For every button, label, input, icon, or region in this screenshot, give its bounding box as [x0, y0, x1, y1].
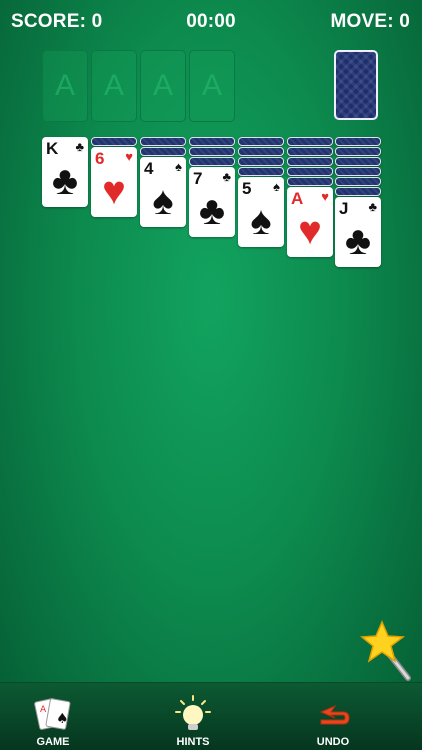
magic-wand-icon[interactable]	[360, 620, 416, 684]
face-down-card	[91, 137, 137, 146]
card-suit-large: ♥	[102, 169, 126, 213]
foundation-label: A	[54, 69, 75, 102]
undo-button[interactable]: UNDO	[293, 694, 373, 748]
top-bar: SCORE: 0 00:00 MOVE: 0	[0, 0, 422, 44]
card-rank: A	[291, 189, 304, 208]
hints-button[interactable]: HINTS	[153, 694, 233, 748]
card-suit-large: ♣	[344, 219, 372, 263]
card-suit-large: ♣	[51, 159, 79, 203]
bottom-toolbar: ♠ A GAME HINTS UNDO	[0, 682, 422, 750]
undo-label: UNDO	[316, 736, 350, 748]
foundation-slot-4[interactable]: A	[189, 50, 235, 122]
face-down-card	[287, 177, 333, 186]
tableau-card-column-2[interactable]: 6 ♥ ♥	[91, 147, 137, 217]
card-suit-small: ♥	[321, 189, 329, 204]
card-rank: J	[339, 199, 349, 218]
face-down-card	[189, 147, 235, 156]
hints-label: HINTS	[176, 736, 210, 748]
face-down-card	[335, 187, 381, 196]
card-suit-small: ♣	[75, 139, 84, 154]
face-down-card	[287, 137, 333, 146]
svg-text:♠: ♠	[56, 711, 69, 727]
move-counter: MOVE: 0	[330, 11, 410, 32]
face-down-card	[238, 137, 284, 146]
card-suit-large: ♣	[198, 189, 226, 233]
foundation-label: A	[201, 69, 222, 102]
tableau-card-column-4[interactable]: 7 ♣ ♣	[189, 167, 235, 237]
card-suit-small: ♥	[125, 149, 133, 164]
face-down-card	[335, 157, 381, 166]
face-down-card	[238, 147, 284, 156]
stock-pile[interactable]	[334, 50, 378, 120]
undo-arrow-icon	[319, 704, 350, 725]
card-rank: 5	[242, 179, 252, 198]
face-down-card	[335, 177, 381, 186]
card-suit-small: ♣	[222, 169, 231, 184]
face-down-card	[335, 147, 381, 156]
game-label: GAME	[36, 736, 70, 748]
foundation-slot-1[interactable]: A	[42, 50, 88, 122]
card-rank: K	[46, 139, 59, 158]
face-down-card	[287, 157, 333, 166]
face-down-card	[287, 167, 333, 176]
face-down-card	[189, 137, 235, 146]
card-suit-large: ♠	[250, 199, 272, 243]
card-rank: 4	[144, 159, 154, 178]
tableau-card-column-7[interactable]: J ♣ ♣	[335, 197, 381, 267]
foundation-slot-3[interactable]: A	[140, 50, 186, 122]
card-suit-small: ♠	[273, 179, 280, 194]
card-suit-large: ♥	[298, 209, 322, 253]
svg-text:A: A	[40, 705, 47, 715]
face-down-card	[335, 137, 381, 146]
tableau-card-column-6[interactable]: A ♥ ♥	[287, 187, 333, 257]
card-suit-large: ♠	[152, 179, 174, 223]
lightbulb-icon	[175, 695, 211, 730]
face-down-card	[238, 167, 284, 176]
card-suit-small: ♣	[368, 199, 377, 214]
cards-icon: ♠ A	[34, 698, 71, 730]
foundation-label: A	[103, 69, 124, 102]
tableau-card-column-5[interactable]: 5 ♠ ♠	[238, 177, 284, 247]
face-down-card	[140, 147, 186, 156]
card-rank: 7	[193, 169, 203, 188]
face-down-card	[287, 147, 333, 156]
foundation-label: A	[152, 69, 173, 102]
game-button[interactable]: ♠ A GAME	[13, 694, 93, 748]
tableau-card-column-3[interactable]: 4 ♠ ♠	[140, 157, 186, 227]
card-suit-small: ♠	[175, 159, 182, 174]
face-down-card	[238, 157, 284, 166]
face-down-card	[140, 137, 186, 146]
face-down-card	[189, 157, 235, 166]
tableau-card-column-1[interactable]: K ♣ ♣	[42, 137, 88, 207]
face-down-card	[335, 167, 381, 176]
foundation-slot-2[interactable]: A	[91, 50, 137, 122]
card-rank: 6	[95, 149, 105, 168]
